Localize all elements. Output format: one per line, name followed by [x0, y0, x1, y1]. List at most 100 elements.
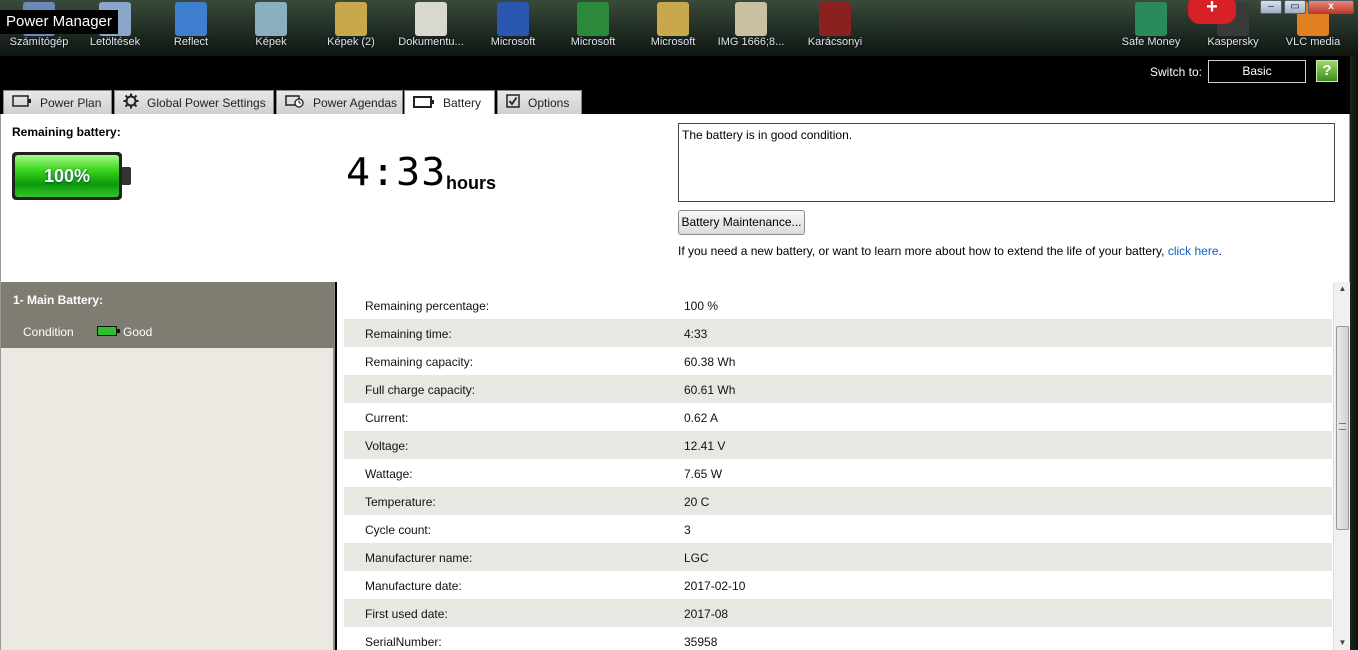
close-button[interactable]: x	[1308, 0, 1354, 14]
desktop-icon-label: Képek (2)	[327, 36, 375, 48]
click-here-link[interactable]: click here	[1168, 244, 1219, 258]
tab-label: Options	[528, 95, 570, 110]
scroll-thumb[interactable]	[1336, 326, 1349, 530]
desktop-icon[interactable]: Képek	[232, 0, 310, 56]
tab-label: Global Power Settings	[147, 95, 266, 110]
battery-item-title: 1- Main Battery:	[13, 293, 104, 307]
row-label: Wattage:	[365, 467, 413, 481]
table-row: Remaining time: 4:33	[344, 319, 1332, 347]
info-end: .	[1218, 244, 1222, 258]
table-row: Cycle count: 3	[344, 515, 1332, 543]
vertical-scrollbar[interactable]: ▲ ▼	[1333, 282, 1350, 650]
condition-label: Condition	[23, 325, 74, 339]
row-label: Temperature:	[365, 495, 436, 509]
desktop-icon-label: Microsoft	[570, 36, 616, 48]
desktop-icon-label: Karácsonyi	[807, 36, 863, 48]
row-value: LGC	[684, 551, 709, 565]
row-label: SerialNumber:	[365, 635, 442, 649]
table-row: Voltage: 12.41 V	[344, 431, 1332, 459]
desktop-icon[interactable]: Microsoft	[554, 0, 632, 56]
table-row: First used date: 2017-08	[344, 599, 1332, 627]
desktop-icon[interactable]: Dokumentu...	[392, 0, 470, 56]
tab-power-plan[interactable]: Power Plan	[3, 90, 112, 114]
desktop-icon-label: VLC media	[1285, 36, 1341, 48]
desktop-shortcut-icon	[497, 2, 529, 36]
desktop-icon-label: IMG 1666;8...	[717, 36, 785, 48]
desktop-shortcut-icon	[415, 2, 447, 36]
clock-icon	[285, 94, 305, 111]
battery-condition-icon	[97, 326, 120, 336]
row-label: Current:	[365, 411, 409, 425]
battery-level-icon: 100%	[12, 152, 131, 200]
remaining-battery-label: Remaining battery:	[12, 125, 121, 139]
switch-to-label: Switch to:	[1150, 65, 1203, 79]
scroll-down-icon[interactable]: ▼	[1334, 636, 1350, 650]
scroll-up-icon[interactable]: ▲	[1334, 282, 1350, 296]
desktop-icon-label: Dokumentu...	[398, 36, 464, 48]
desktop-icon[interactable]: Microsoft	[474, 0, 552, 56]
desktop-icon[interactable]: Képek (2)	[312, 0, 390, 56]
row-label: Cycle count:	[365, 523, 432, 537]
row-value: 0.62 A	[684, 411, 719, 425]
table-row: Manufacturer name: LGC	[344, 543, 1332, 571]
row-label: Full charge capacity:	[365, 383, 476, 397]
tab-battery[interactable]: Battery	[404, 90, 495, 115]
desktop-icon-label: Letöltések	[89, 36, 141, 48]
row-label: Remaining capacity:	[365, 355, 474, 369]
desktop-icon-label: Számítógép	[9, 36, 69, 48]
desktop-shortcut-icon	[335, 2, 367, 36]
battery-icon	[413, 95, 435, 111]
minimize-button[interactable]: –	[1260, 0, 1282, 14]
desktop-icon-label: Microsoft	[490, 36, 536, 48]
window-title: Power Manager	[0, 10, 118, 34]
desktop-shortcut-icon	[577, 2, 609, 36]
tab-label: Power Plan	[40, 95, 102, 110]
desktop-icon[interactable]: Karácsonyi	[796, 0, 874, 56]
desktop-icon[interactable]: Microsoft	[634, 0, 712, 56]
desktop-icon[interactable]: Reflect	[152, 0, 230, 56]
battery-maintenance-button[interactable]: Battery Maintenance...	[678, 210, 805, 235]
tab-power-agendas[interactable]: Power Agendas	[276, 90, 403, 114]
desktop-icon-label: Képek	[255, 36, 287, 48]
row-value: 3	[684, 523, 691, 537]
table-row: Manufacture date: 2017-02-10	[344, 571, 1332, 599]
tab-bar: Power Plan Global Power Settings Power A…	[0, 90, 1358, 115]
checkbox-icon	[506, 94, 520, 111]
help-icon[interactable]: ?	[1316, 60, 1338, 82]
table-row: Full charge capacity: 60.61 Wh	[344, 375, 1332, 403]
desktop-background: Számítógép Letöltések Reflect Képek Képek (2…	[0, 0, 1358, 56]
main-battery-item[interactable]: 1- Main Battery: Condition Good	[1, 282, 334, 348]
row-label: Voltage:	[365, 439, 409, 453]
table-row: Remaining capacity: 60.38 Wh	[344, 347, 1332, 375]
battery-info-text: If you need a new battery, or want to le…	[678, 244, 1222, 258]
battery-outline-icon	[12, 95, 32, 110]
battery-percent: 100%	[15, 155, 119, 197]
battery-summary: Remaining battery: 100% 4:33 hours The b…	[0, 114, 1350, 282]
table-row: SerialNumber: 35958	[344, 627, 1332, 650]
restore-button[interactable]: ▭	[1284, 0, 1306, 14]
alert-badge-icon[interactable]: +	[1188, 0, 1236, 24]
table-row: Wattage: 7.65 W	[344, 459, 1332, 487]
switch-basic-button[interactable]: Basic	[1208, 60, 1306, 83]
top-bar: Switch to: Basic ?	[0, 56, 1358, 90]
desktop-icon[interactable]: IMG 1666;8...	[712, 0, 790, 56]
row-label: Remaining time:	[365, 327, 452, 341]
desktop-edge	[1350, 56, 1358, 650]
table-row: Current: 0.62 A	[344, 403, 1332, 431]
tab-global-power-settings[interactable]: Global Power Settings	[114, 90, 274, 114]
battery-details-table: Remaining percentage: 100 % Remaining time…	[337, 282, 1350, 650]
desktop-shortcut-icon	[657, 2, 689, 36]
desktop-shortcut-icon	[1135, 2, 1167, 36]
tab-options[interactable]: Options	[497, 90, 582, 114]
tab-label: Power Agendas	[313, 95, 398, 110]
desktop-icon[interactable]: Safe Money	[1112, 0, 1190, 56]
desktop-shortcut-icon	[819, 2, 851, 36]
table-row: Temperature: 20 C	[344, 487, 1332, 515]
row-value: 2017-08	[684, 607, 729, 621]
condition-value: Good	[123, 325, 153, 339]
row-label: First used date:	[365, 607, 448, 621]
battery-status-message: The battery is in good condition.	[678, 123, 1335, 202]
gear-icon	[123, 93, 139, 112]
row-value: 60.61 Wh	[684, 383, 736, 397]
desktop-icon-label: Reflect	[173, 36, 209, 48]
